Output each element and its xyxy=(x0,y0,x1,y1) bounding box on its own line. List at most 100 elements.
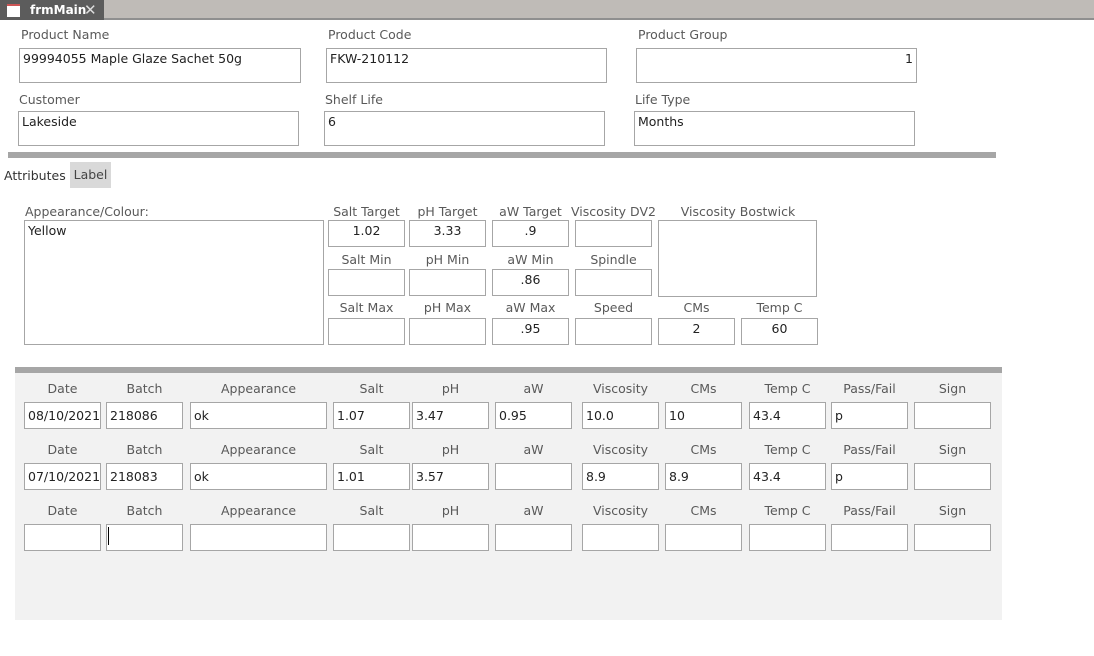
salt-min-label: Salt Min xyxy=(341,252,392,267)
result-sign-field[interactable] xyxy=(914,463,991,490)
result-appearance-field[interactable]: ok xyxy=(190,402,327,429)
aw-max-field[interactable]: .95 xyxy=(492,318,569,345)
salt-max-field[interactable] xyxy=(328,318,405,345)
form-icon xyxy=(7,4,20,17)
column-header-sign: Sign xyxy=(938,442,967,457)
result-sign-field[interactable] xyxy=(914,524,991,551)
column-header-cms: CMs xyxy=(690,442,717,457)
column-header-date: Date xyxy=(47,503,78,518)
result-date-field[interactable]: 07/10/2021 xyxy=(24,463,101,490)
cms-field[interactable]: 2 xyxy=(658,318,735,345)
column-header-cms: CMs xyxy=(690,381,717,396)
result-date-field[interactable] xyxy=(24,524,101,551)
ph-max-field[interactable] xyxy=(409,318,486,345)
column-header-pass-fail: Pass/Fail xyxy=(843,503,896,518)
column-header-ph: pH xyxy=(441,503,460,518)
column-header-ph: pH xyxy=(441,381,460,396)
viscosity-dv2-label: Viscosity DV2 xyxy=(571,204,656,219)
shelf-life-field[interactable]: 6 xyxy=(324,111,605,146)
spindle-field[interactable] xyxy=(575,269,652,296)
salt-min-field[interactable] xyxy=(328,269,405,296)
product-name-field[interactable]: 99994055 Maple Glaze Sachet 50g xyxy=(19,48,301,83)
customer-label: Customer xyxy=(19,92,80,107)
aw-target-field[interactable]: .9 xyxy=(492,220,569,247)
result-temp-c-field[interactable]: 43.4 xyxy=(749,402,826,429)
result-temp-c-field[interactable] xyxy=(749,524,826,551)
speed-field[interactable] xyxy=(575,318,652,345)
column-header-appearance: Appearance xyxy=(220,442,297,457)
result-aw-field[interactable]: 0.95 xyxy=(495,402,572,429)
column-header-batch: Batch xyxy=(126,381,163,396)
column-header-date: Date xyxy=(47,442,78,457)
column-header-ph: pH xyxy=(441,442,460,457)
result-cms-field[interactable]: 8.9 xyxy=(665,463,742,490)
result-date-field[interactable]: 08/10/2021 xyxy=(24,402,101,429)
result-cms-field[interactable]: 10 xyxy=(665,402,742,429)
life-type-field[interactable]: Months xyxy=(634,111,915,146)
life-type-label: Life Type xyxy=(635,92,691,107)
tab-label[interactable]: Label xyxy=(70,162,111,188)
ph-min-label: pH Min xyxy=(425,252,470,267)
result-viscosity-field[interactable]: 10.0 xyxy=(582,402,659,429)
viscosity-bostwick-field[interactable] xyxy=(658,220,817,297)
result-cms-field[interactable] xyxy=(665,524,742,551)
aw-min-field[interactable]: .86 xyxy=(492,269,569,296)
text-cursor xyxy=(108,527,109,545)
result-sign-field[interactable] xyxy=(914,402,991,429)
document-tab-frmmain[interactable]: frmMain ✕ xyxy=(0,0,104,20)
column-header-salt: Salt xyxy=(359,442,384,457)
tab-attributes[interactable]: Attributes xyxy=(4,168,66,183)
result-salt-field[interactable]: 1.07 xyxy=(333,402,410,429)
result-aw-field[interactable] xyxy=(495,524,572,551)
column-header-temp-c: Temp C xyxy=(764,381,811,396)
column-header-sign: Sign xyxy=(938,503,967,518)
divider xyxy=(8,152,996,158)
temp-c-field[interactable]: 60 xyxy=(741,318,818,345)
column-header-appearance: Appearance xyxy=(220,503,297,518)
result-appearance-field[interactable]: ok xyxy=(190,463,327,490)
spindle-label: Spindle xyxy=(590,252,637,267)
column-header-viscosity: Viscosity xyxy=(592,442,649,457)
product-code-field[interactable]: FKW-210112 xyxy=(326,48,607,83)
customer-field[interactable]: Lakeside xyxy=(18,111,299,146)
close-icon[interactable]: ✕ xyxy=(84,1,97,19)
aw-target-label: aW Target xyxy=(499,204,562,219)
ph-target-label: pH Target xyxy=(417,204,478,219)
result-batch-field[interactable] xyxy=(106,524,183,551)
product-group-field[interactable]: 1 xyxy=(636,48,917,83)
column-header-aw: aW xyxy=(523,381,544,396)
ph-min-field[interactable] xyxy=(409,269,486,296)
result-viscosity-field[interactable]: 8.9 xyxy=(582,463,659,490)
result-salt-field[interactable]: 1.01 xyxy=(333,463,410,490)
temp-c-label: Temp C xyxy=(756,300,803,315)
viscosity-bostwick-label: Viscosity Bostwick xyxy=(680,204,796,219)
result-batch-field[interactable]: 218086 xyxy=(106,402,183,429)
result-pass-fail-field[interactable]: p xyxy=(831,402,908,429)
viscosity-dv2-field[interactable] xyxy=(575,220,652,247)
result-ph-field[interactable] xyxy=(412,524,489,551)
column-header-salt: Salt xyxy=(359,381,384,396)
product-group-label: Product Group xyxy=(638,27,728,42)
column-header-viscosity: Viscosity xyxy=(592,503,649,518)
result-salt-field[interactable] xyxy=(333,524,410,551)
column-header-batch: Batch xyxy=(126,442,163,457)
column-header-viscosity: Viscosity xyxy=(592,381,649,396)
result-pass-fail-field[interactable]: p xyxy=(831,463,908,490)
result-appearance-field[interactable] xyxy=(190,524,327,551)
column-header-date: Date xyxy=(47,381,78,396)
result-batch-field[interactable]: 218083 xyxy=(106,463,183,490)
result-ph-field[interactable]: 3.57 xyxy=(412,463,489,490)
column-header-pass-fail: Pass/Fail xyxy=(843,442,896,457)
column-header-aw: aW xyxy=(523,442,544,457)
ph-target-field[interactable]: 3.33 xyxy=(409,220,486,247)
result-viscosity-field[interactable] xyxy=(582,524,659,551)
appearance-field[interactable]: Yellow xyxy=(24,220,324,345)
cms-label: CMs xyxy=(683,300,710,315)
result-temp-c-field[interactable]: 43.4 xyxy=(749,463,826,490)
salt-target-field[interactable]: 1.02 xyxy=(328,220,405,247)
result-ph-field[interactable]: 3.47 xyxy=(412,402,489,429)
column-header-sign: Sign xyxy=(938,381,967,396)
result-pass-fail-field[interactable] xyxy=(831,524,908,551)
document-tab-bar xyxy=(0,0,1094,20)
result-aw-field[interactable] xyxy=(495,463,572,490)
